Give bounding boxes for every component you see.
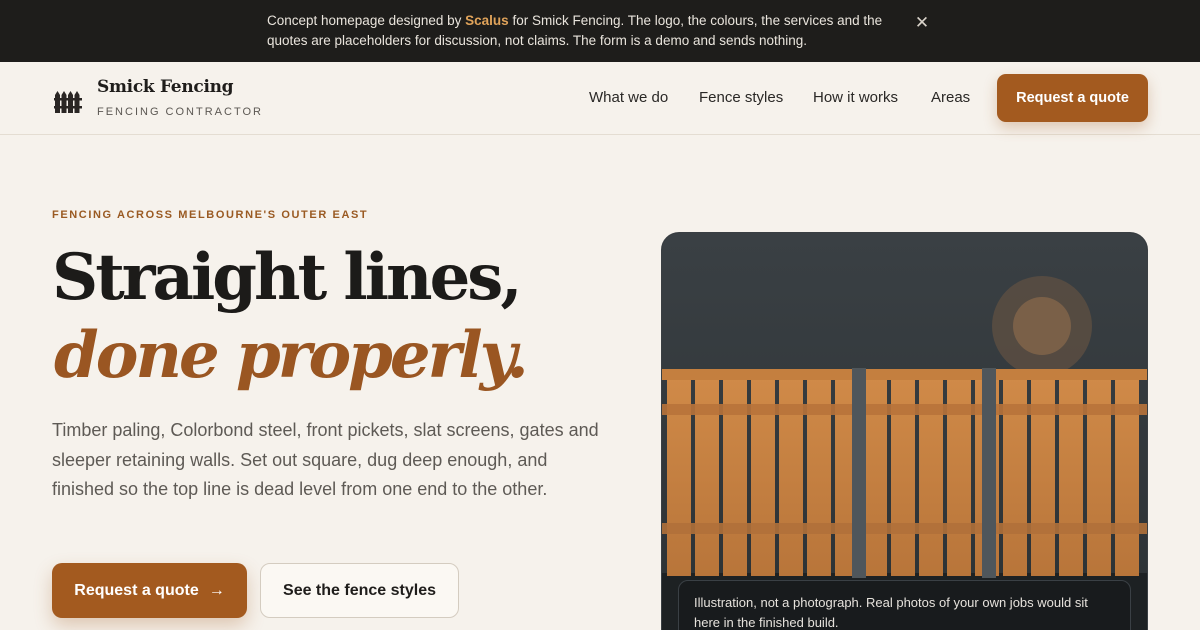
notice-brand: Scalus [465, 13, 509, 28]
concept-notice-bar: Concept homepage designed by Scalus for … [0, 0, 1200, 62]
hero-title-line1: Straight lines, [52, 240, 523, 315]
notice-text: Concept homepage designed by Scalus for … [267, 13, 883, 48]
hero-eyebrow: FENCING ACROSS MELBOURNE'S OUTER EAST [52, 209, 369, 221]
nav-how-it-works[interactable]: How it works [813, 89, 898, 106]
fence-illustration: (function(){ var g = document.getElement… [661, 232, 1148, 630]
see-fence-styles-button[interactable]: See the fence styles [260, 563, 459, 618]
site-header: Smick Fencing FENCING CONTRACTOR What we… [0, 62, 1200, 135]
nav-what-we-do[interactable]: What we do [589, 89, 668, 106]
nav-fence-styles[interactable]: Fence styles [699, 89, 783, 106]
hero-title-line2: done properly. [54, 318, 529, 393]
hero-request-quote-button[interactable]: Request a quote → [52, 563, 247, 618]
brand-tagline: FENCING CONTRACTOR [97, 106, 263, 118]
nav-areas[interactable]: Areas [931, 89, 970, 106]
illustration-caption: Illustration, not a photograph. Real pho… [678, 580, 1131, 630]
header-request-quote-button[interactable]: Request a quote [997, 74, 1148, 122]
close-icon[interactable]: ✕ [911, 12, 933, 34]
hero-lead: Timber paling, Colorbond steel, front pi… [52, 420, 599, 499]
fence-illustration-graphic [662, 233, 1147, 630]
fence-icon[interactable] [54, 89, 84, 113]
brand-name[interactable]: Smick Fencing [97, 77, 234, 97]
hero-request-quote-label: Request a quote [74, 581, 199, 599]
arrow-right-icon: → [208, 581, 225, 599]
